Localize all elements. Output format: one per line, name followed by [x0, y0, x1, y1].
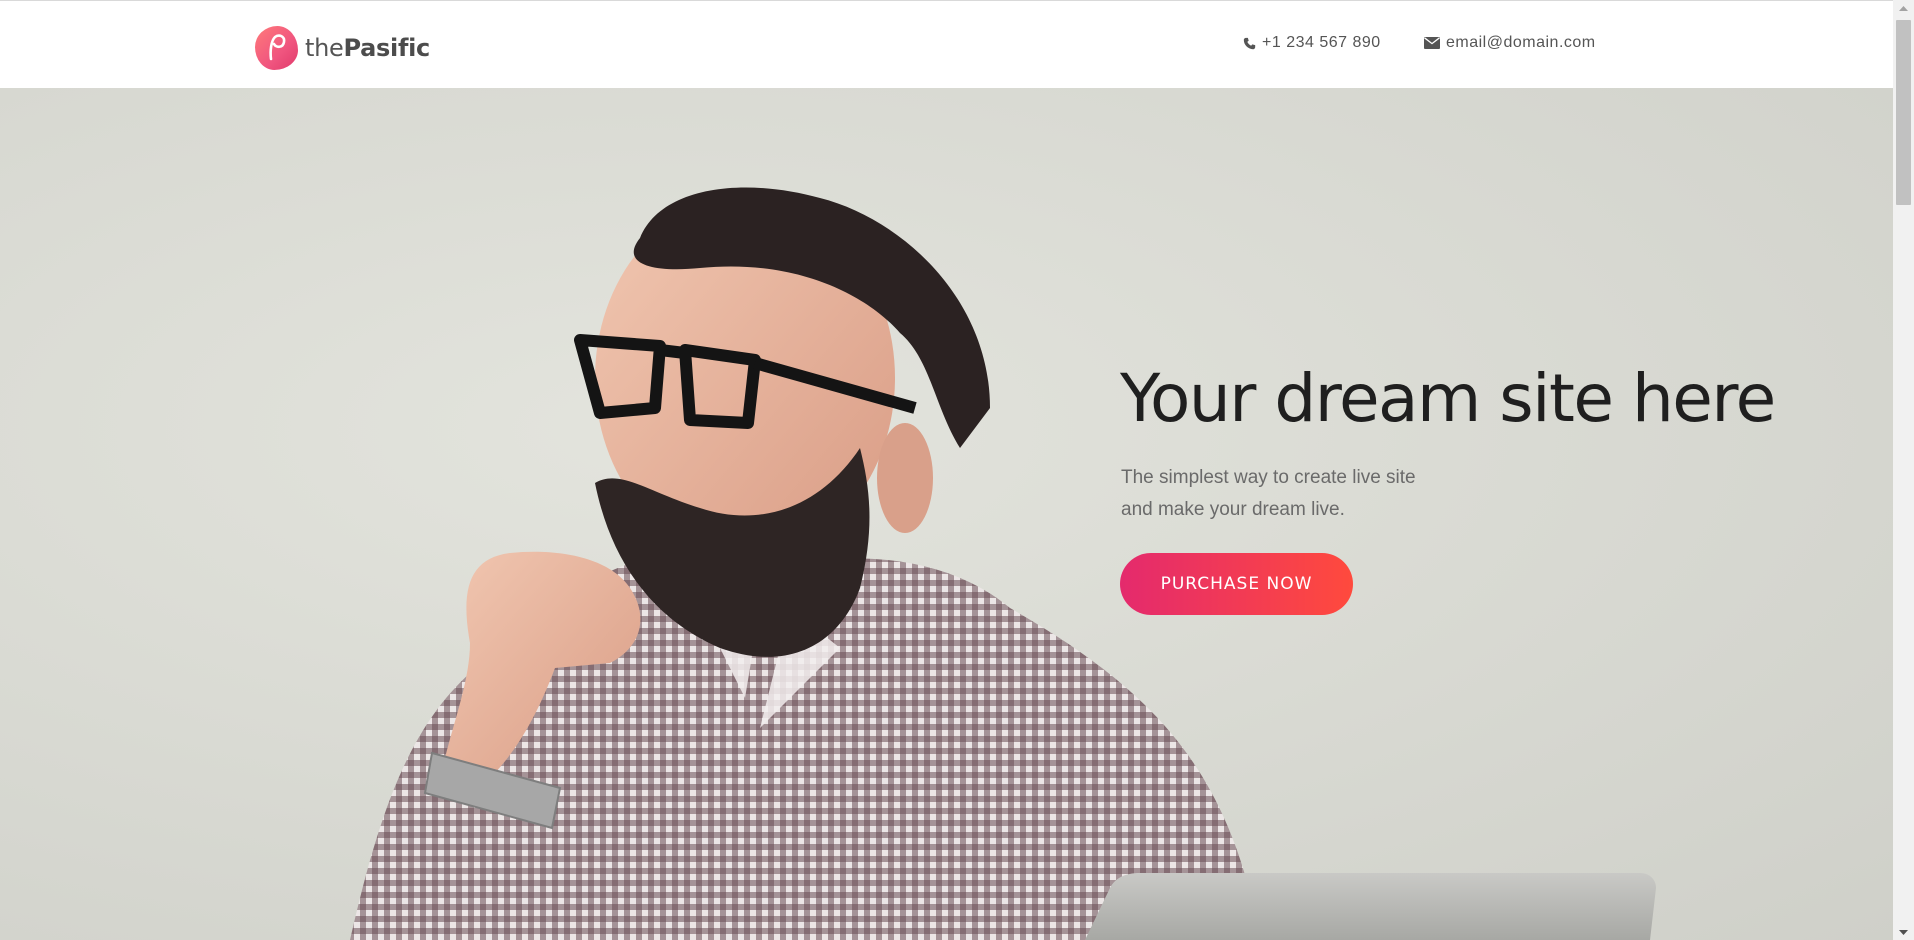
envelope-icon: [1424, 37, 1440, 49]
hero-photo: [350, 187, 1656, 940]
phone-number: +1 234 567 890: [1262, 34, 1381, 51]
scroll-up-arrow-icon[interactable]: [1893, 1, 1914, 17]
vertical-scrollbar[interactable]: [1893, 0, 1914, 940]
hero-subtitle-line-2: and make your dream live.: [1121, 499, 1345, 520]
header-phone[interactable]: +1 234 567 890: [1243, 34, 1381, 52]
hero-subtitle: The simplest way to create live site and…: [1121, 462, 1481, 526]
purchase-now-button[interactable]: PURCHASE NOW: [1120, 553, 1353, 615]
phone-icon: [1243, 37, 1256, 49]
scroll-down-arrow-icon[interactable]: [1893, 924, 1914, 940]
logo-icon: [255, 26, 298, 70]
hero-title: Your dream site here: [1120, 360, 1776, 437]
hero-section: Your dream site here The simplest way to…: [0, 88, 1893, 940]
header-email[interactable]: email@domain.com: [1424, 34, 1596, 52]
hero-subtitle-line-1: The simplest way to create live site: [1121, 467, 1416, 488]
email-address: email@domain.com: [1446, 34, 1596, 51]
site-logo[interactable]: thePasific: [255, 25, 430, 71]
logo-wordmark: thePasific: [305, 34, 430, 62]
scrollbar-thumb[interactable]: [1896, 20, 1911, 205]
site-header: thePasific +1 234 567 890 email@domain.c…: [0, 1, 1893, 88]
